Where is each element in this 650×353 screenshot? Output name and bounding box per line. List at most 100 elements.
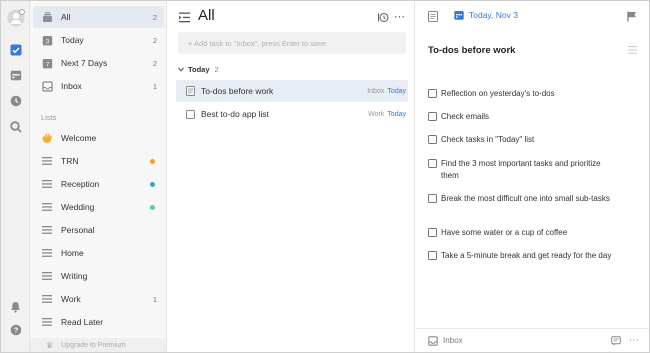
checklist-item[interactable]: Reflection on yesterday's to-dos: [428, 88, 618, 100]
sort-clock-icon[interactable]: [377, 12, 389, 25]
calendar-icon: [454, 11, 464, 20]
checklist-item-text[interactable]: Reflection on yesterday's to-dos: [441, 88, 555, 100]
task-row[interactable]: To-dos before work Inbox Today: [176, 80, 408, 102]
sidebar-item-label: Read Later: [61, 317, 104, 327]
flag-icon[interactable]: [627, 11, 637, 24]
chevron-down-icon: [178, 67, 184, 72]
sidebar-item-label: Wedding: [61, 202, 95, 212]
list-color-dot: [150, 181, 155, 187]
sidebar-item-label: Writing: [61, 271, 88, 281]
task-detail-title[interactable]: To-dos before work: [428, 45, 515, 56]
group-label: Today: [188, 65, 210, 74]
checklist-checkbox[interactable]: [428, 112, 437, 121]
sidebar-item-home[interactable]: Home: [33, 242, 164, 264]
checklist-item-text[interactable]: Check tasks in "Today" list: [441, 134, 534, 146]
checklist-item[interactable]: Have some water or a cup of coffee: [428, 227, 618, 239]
list-color-dot: [150, 204, 155, 210]
crown-icon: ♛: [46, 340, 54, 350]
more-options-icon[interactable]: ⋯: [394, 10, 406, 23]
checklist-item[interactable]: Break the most difficult one into small …: [428, 193, 618, 205]
page-title: All: [198, 7, 215, 24]
task-list-tag: Inbox: [367, 87, 385, 95]
comment-icon[interactable]: [611, 335, 621, 346]
task-checkbox-icon[interactable]: [8, 42, 23, 57]
search-icon[interactable]: [8, 119, 23, 134]
sidebar-item-label: Today: [61, 35, 84, 45]
sidebar-item-count: 2: [152, 12, 157, 22]
checklist-checkbox[interactable]: [428, 251, 437, 260]
upgrade-premium-label: Upgrade to Premium: [61, 341, 126, 349]
list-selector[interactable]: Inbox: [443, 336, 611, 345]
checklist-item-text[interactable]: Have some water or a cup of coffee: [441, 227, 567, 239]
inbox-icon: [428, 335, 438, 346]
waving-hand-icon: [41, 132, 53, 144]
sidebar-item-inbox[interactable]: Inbox 1: [33, 75, 164, 97]
calendar-day-icon: 3: [41, 34, 53, 46]
sidebar-item-work[interactable]: Work 1: [33, 288, 164, 310]
sidebar-item-count: 2: [152, 58, 157, 68]
sidebar-item-label: Work: [61, 294, 81, 304]
sidebar-item-label: Inbox: [61, 81, 82, 91]
sidebar-item-welcome[interactable]: Welcome: [33, 127, 164, 149]
sidebar-item-all[interactable]: All 2: [33, 6, 164, 28]
task-row[interactable]: Best to-do app list Work Today: [176, 103, 408, 125]
clock-icon[interactable]: [8, 93, 23, 108]
list-icon: [41, 316, 53, 328]
list-icon: [41, 155, 53, 167]
checklist-item[interactable]: Take a 5-minute break and get ready for …: [428, 250, 618, 262]
checklist-checkbox[interactable]: [428, 159, 437, 168]
sidebar-item-today[interactable]: 3 Today 2: [33, 29, 164, 51]
sidebar-item-label: Welcome: [61, 133, 97, 143]
list-icon: [41, 293, 53, 305]
checklist-checkbox[interactable]: [428, 89, 437, 98]
sidebar-item-writing[interactable]: Writing: [33, 265, 164, 287]
avatar[interactable]: [7, 9, 25, 27]
task-checkbox[interactable]: [186, 109, 195, 119]
sidebar-item-personal[interactable]: Personal: [33, 219, 164, 241]
checklist-item-text[interactable]: Find the 3 most important tasks and prio…: [441, 158, 618, 181]
sidebar-item-reception[interactable]: Reception: [33, 173, 164, 195]
detail-footer: Inbox ⋯: [416, 328, 649, 352]
list-icon: [41, 224, 53, 236]
due-date-button[interactable]: Today, Nov 3: [454, 10, 518, 20]
sidebar-item-count: 1: [152, 294, 157, 304]
lists-section-label: Lists: [41, 113, 57, 122]
checklist-checkbox[interactable]: [428, 135, 437, 144]
note-mode-icon[interactable]: [428, 11, 438, 24]
sidebar-item-trn[interactable]: TRN: [33, 150, 164, 172]
note-icon: [186, 86, 195, 96]
task-due-date: Today: [387, 87, 406, 95]
checklist-item-text[interactable]: Break the most difficult one into small …: [441, 193, 610, 205]
upgrade-premium-button[interactable]: ♛ Upgrade to Premium: [30, 338, 166, 352]
sidebar-item-wedding[interactable]: Wedding: [33, 196, 164, 218]
left-rail: ?: [1, 1, 30, 352]
menu-collapse-icon[interactable]: [179, 12, 191, 25]
checklist-mode-icon[interactable]: [628, 46, 637, 56]
sidebar-item-read-later[interactable]: Read Later: [33, 311, 164, 333]
add-task-input[interactable]: + Add task to "Inbox", press Enter to sa…: [178, 32, 406, 54]
group-header-today[interactable]: Today 2: [178, 65, 219, 74]
list-icon: [41, 270, 53, 282]
checklist-item[interactable]: Check emails: [428, 111, 618, 123]
notification-bell-icon[interactable]: [8, 299, 23, 314]
sidebar-item-label: Home: [61, 248, 84, 258]
sidebar-item-label: Next 7 Days: [61, 58, 108, 68]
sidebar-item-label: Personal: [61, 225, 95, 235]
sidebar-item-next-7-days[interactable]: 7 Next 7 Days 2: [33, 52, 164, 74]
calendar-icon[interactable]: [8, 67, 23, 82]
sidebar-item-label: Reception: [61, 179, 100, 189]
tray-stack-icon: [41, 11, 53, 23]
checklist-item-text[interactable]: Take a 5-minute break and get ready for …: [441, 250, 611, 262]
task-title: Best to-do app list: [201, 109, 270, 119]
svg-text:?: ?: [13, 325, 18, 334]
list-icon: [41, 201, 53, 213]
checklist-item-text[interactable]: Check emails: [441, 111, 489, 123]
checklist-item[interactable]: Find the 3 most important tasks and prio…: [428, 158, 618, 181]
more-options-icon[interactable]: ⋯: [629, 335, 639, 346]
task-due-date: Today: [387, 110, 406, 118]
checklist-item[interactable]: Check tasks in "Today" list: [428, 134, 618, 146]
checklist-checkbox[interactable]: [428, 228, 437, 237]
help-icon[interactable]: ?: [8, 322, 23, 337]
list-icon: [41, 247, 53, 259]
checklist-checkbox[interactable]: [428, 194, 437, 203]
